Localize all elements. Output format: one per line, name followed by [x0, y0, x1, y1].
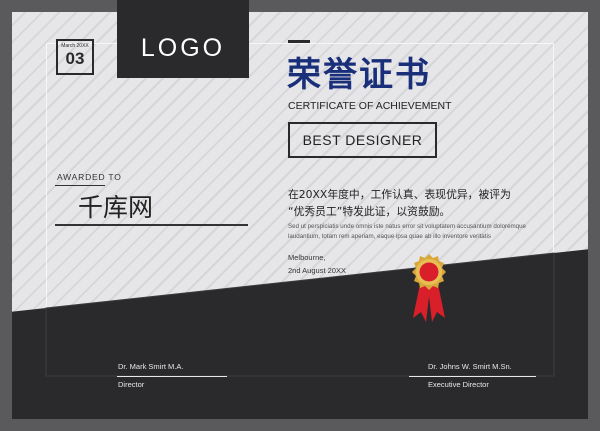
lorem-line-1: Sed ut perspiciatis unde omnis iste natu…: [288, 223, 526, 230]
award-category-text: BEST DESIGNER: [302, 132, 423, 148]
recipient-underline: [55, 224, 248, 226]
signature-role-1: Director: [118, 380, 145, 389]
date-day: 03: [65, 49, 85, 68]
signature-line-1: [117, 376, 227, 377]
date-box: March 20XX 03: [56, 39, 94, 75]
issue-place: Melbourne,: [288, 253, 326, 262]
citation-line-2: “优秀员工”特发此证，以资鼓励。: [288, 205, 451, 218]
citation-line-1: 在20XX年度中，工作认真、表现优异，被评为: [288, 188, 511, 201]
certificate-title-en: CERTIFICATE OF ACHIEVEMENT: [288, 100, 452, 112]
signature-name-1: Dr. Mark Smirt M.A.: [118, 362, 184, 371]
certificate-page: LOGO March 20XX 03 AWARDED TO 千库网 荣誉证书 C…: [0, 0, 600, 431]
lorem-line-2: laudantium, totam rem aperiam, eaque ips…: [288, 232, 491, 240]
issue-date: 2nd August 20XX: [288, 266, 346, 275]
citation-text-cn: 在20XX年度中，工作认真、表现优异，被评为 “优秀员工”特发此证，以资鼓励。: [288, 186, 548, 220]
signature-role-2: Executive Director: [428, 380, 489, 389]
logo-text: LOGO: [140, 33, 226, 62]
citation-text-en: Sed ut perspiciatis unde omnis iste natu…: [288, 222, 538, 241]
title-accent-bar: [288, 40, 310, 43]
awarded-label: AWARDED TO: [57, 172, 122, 182]
signature-name-2: Dr. Johns W. Smirt M.Sn.: [428, 362, 512, 371]
award-seal-icon: [412, 254, 446, 322]
awarded-rule: [55, 185, 105, 186]
signature-line-2: [409, 376, 536, 377]
recipient-name: 千库网: [78, 193, 154, 222]
certificate-title-cn: 荣誉证书: [287, 55, 431, 95]
award-category-badge: BEST DESIGNER: [288, 122, 437, 158]
logo-block: LOGO: [117, 0, 249, 78]
